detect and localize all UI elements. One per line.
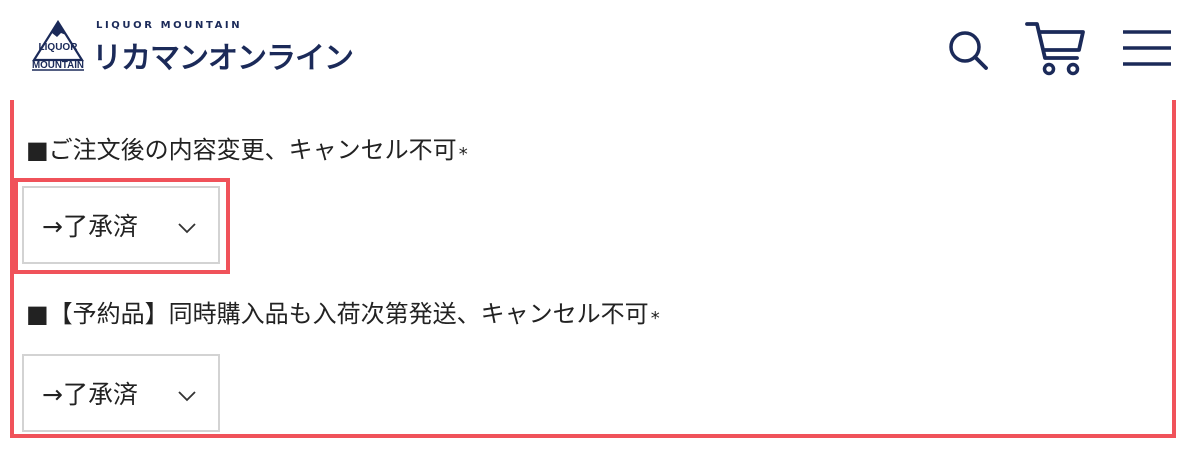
logo-mark-text-top: LIQUOR	[39, 42, 79, 53]
order-confirmation-panel: ■ご注文後の内容変更、キャンセル不可 * →了承済 ■【予約品】同時購入品も入荷次…	[10, 100, 1176, 438]
field-label-preorder: ■【予約品】同時購入品も入荷次第発送、キャンセル不可 *	[26, 294, 660, 329]
field-label-text: ■【予約品】同時購入品も入荷次第発送、キャンセル不可	[26, 300, 649, 328]
required-mark: *	[458, 144, 468, 165]
chevron-down-icon	[178, 391, 196, 402]
required-mark: *	[650, 308, 660, 329]
field-label-no-change: ■ご注文後の内容変更、キャンセル不可 *	[26, 130, 468, 165]
select-value: →了承済	[42, 212, 138, 241]
site-header: LIQUOR MOUNTAIN LIQUOR MOUNTAIN リカマンオンライ…	[0, 0, 1192, 100]
search-icon	[949, 31, 988, 70]
hamburger-menu-icon	[1123, 30, 1171, 66]
menu-button[interactable]	[1116, 20, 1178, 76]
cart-button[interactable]	[1020, 16, 1090, 80]
no-change-select[interactable]: →了承済	[22, 186, 220, 264]
search-button[interactable]	[940, 22, 996, 78]
field-label-text: ■ご注文後の内容変更、キャンセル不可	[26, 136, 457, 164]
chevron-down-icon	[178, 223, 196, 234]
cart-icon	[1025, 22, 1085, 76]
logo-title: リカマンオンライン	[92, 41, 354, 76]
liquor-mountain-logo-icon: LIQUOR MOUNTAIN	[32, 20, 84, 71]
preorder-select[interactable]: →了承済	[22, 354, 220, 432]
select-value: →了承済	[42, 380, 138, 409]
logo-subtitle: LIQUOR MOUNTAIN	[96, 20, 243, 31]
